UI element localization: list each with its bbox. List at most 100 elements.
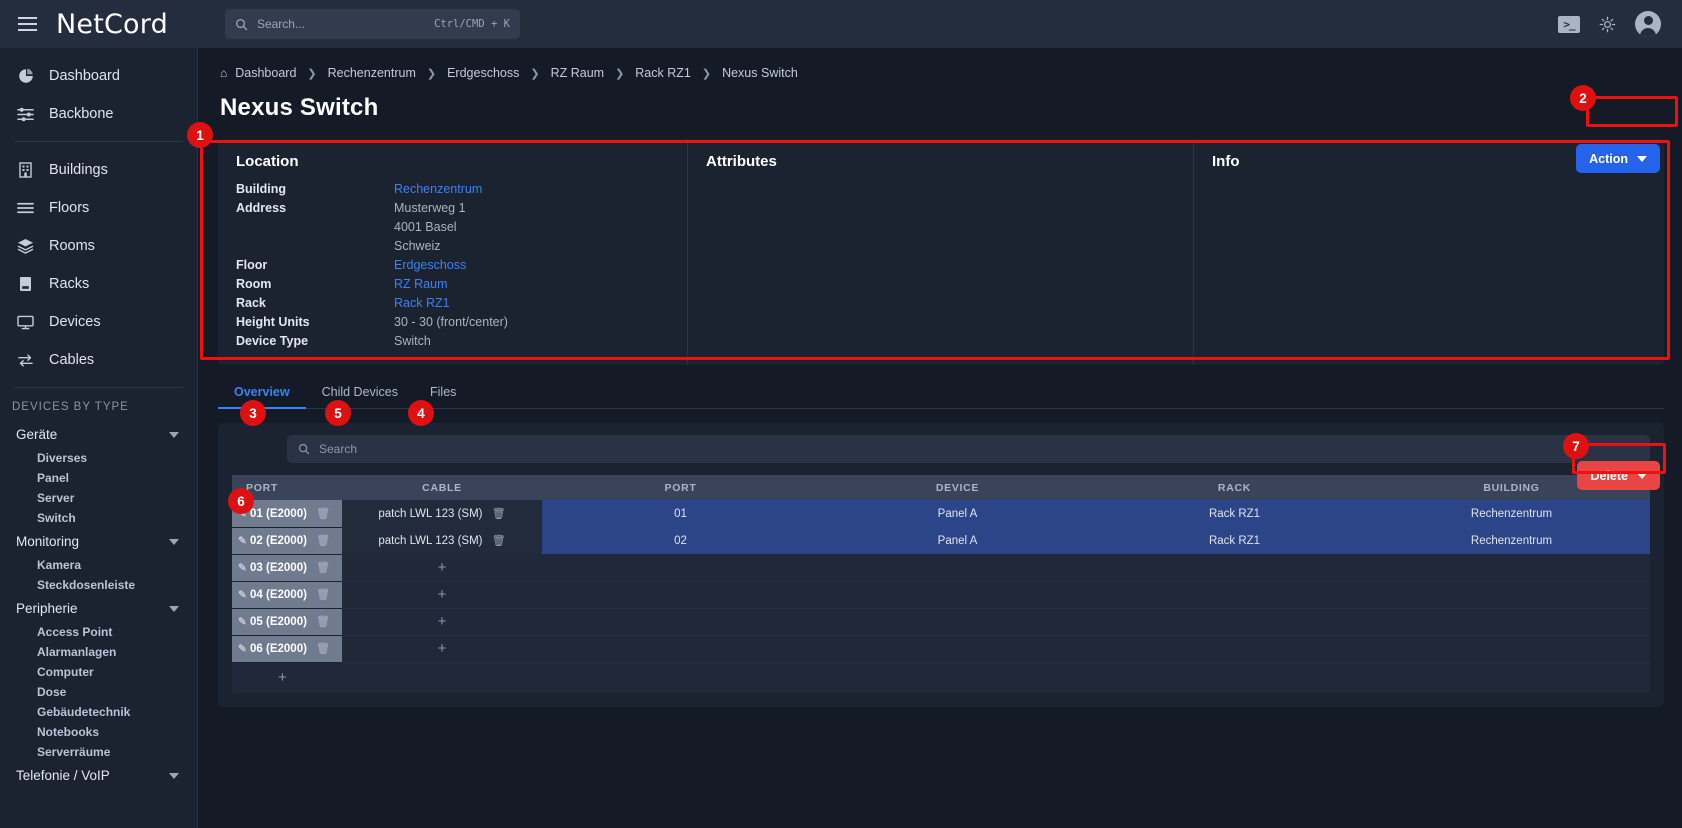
sidebar-item-racks[interactable]: Racks bbox=[0, 265, 197, 303]
breadcrumb-item-erdgeschoss[interactable]: Erdgeschoss bbox=[447, 66, 519, 80]
sidebar-item-floors[interactable]: Floors bbox=[0, 189, 197, 227]
home-icon[interactable]: ⌂ bbox=[220, 66, 227, 80]
table-row[interactable]: ✎ 03 (E2000) 🗑 + bbox=[232, 554, 1650, 581]
cell-port-local[interactable]: ✎ 05 (E2000) 🗑 bbox=[232, 608, 342, 635]
breadcrumb-separator: ❯ bbox=[702, 67, 711, 80]
trash-icon[interactable]: 🗑 bbox=[492, 508, 506, 520]
terminal-button[interactable]: >_ bbox=[1558, 16, 1580, 33]
add-port-row-button[interactable]: + bbox=[232, 663, 1650, 693]
sidebar-subitem-computer[interactable]: Computer bbox=[0, 662, 197, 682]
sidebar-group-telefonie-voip[interactable]: Telefonie / VoIP bbox=[0, 762, 197, 789]
table-row[interactable]: ✎ 01 (E2000) 🗑 patch LWL 123 (SM) 🗑 01 P… bbox=[232, 500, 1650, 527]
table-row[interactable]: ✎ 04 (E2000) 🗑 + bbox=[232, 581, 1650, 608]
sidebar-subitem-steckdosenleiste[interactable]: Steckdosenleiste bbox=[0, 575, 197, 595]
sidebar-subitem-switch[interactable]: Switch bbox=[0, 508, 197, 528]
app-root: NetCord Search... Ctrl/CMD + K >_ bbox=[0, 0, 1682, 828]
sidebar-subitem-serverraeume[interactable]: Serverräume bbox=[0, 742, 197, 762]
chevron-down-icon bbox=[169, 606, 179, 612]
sidebar-subitem-dose[interactable]: Dose bbox=[0, 682, 197, 702]
sidebar-group-geraete[interactable]: Geräte bbox=[0, 421, 197, 448]
theme-toggle-button[interactable] bbox=[1599, 16, 1616, 33]
breadcrumb-item-rechenzentrum[interactable]: Rechenzentrum bbox=[328, 66, 416, 80]
cell-cable[interactable]: patch LWL 123 (SM) 🗑 bbox=[342, 500, 542, 527]
terminal-icon: >_ bbox=[1558, 16, 1580, 33]
sidebar-item-buildings[interactable]: Buildings bbox=[0, 151, 197, 189]
sidebar-subitem-server[interactable]: Server bbox=[0, 488, 197, 508]
attributes-panel: Attributes bbox=[688, 139, 1194, 365]
cell-cable[interactable]: patch LWL 123 (SM) 🗑 bbox=[342, 527, 542, 554]
cell-port-local[interactable]: ✎ 04 (E2000) 🗑 bbox=[232, 581, 342, 608]
col-cable[interactable]: CABLE bbox=[342, 475, 542, 500]
cell-building: Rechenzentrum bbox=[1373, 527, 1650, 554]
sidebar-subitem-kamera[interactable]: Kamera bbox=[0, 555, 197, 575]
trash-icon[interactable]: 🗑 bbox=[316, 508, 330, 520]
edit-icon[interactable]: ✎ bbox=[238, 562, 247, 574]
breadcrumb-item-rack-rz1[interactable]: Rack RZ1 bbox=[635, 66, 691, 80]
menu-toggle-icon[interactable] bbox=[0, 0, 54, 48]
table-row[interactable]: ✎ 06 (E2000) 🗑 + bbox=[232, 635, 1650, 662]
search-icon bbox=[298, 443, 310, 455]
cell-port-local[interactable]: ✎ 02 (E2000) 🗑 bbox=[232, 527, 342, 554]
cell-port-local[interactable]: ✎ 03 (E2000) 🗑 bbox=[232, 554, 342, 581]
sidebar-item-cables[interactable]: Cables bbox=[0, 341, 197, 379]
table-header-row: PORT CABLE PORT DEVICE RACK BUILDING bbox=[232, 475, 1650, 500]
sidebar-group-peripherie[interactable]: Peripherie bbox=[0, 595, 197, 622]
sidebar-subitem-alarmanlagen[interactable]: Alarmanlagen bbox=[0, 642, 197, 662]
trash-icon[interactable]: 🗑 bbox=[316, 535, 330, 547]
delete-button[interactable]: Delete bbox=[1577, 461, 1660, 490]
sidebar-item-backbone[interactable]: Backbone bbox=[0, 95, 197, 133]
location-row-value[interactable]: Rack RZ1 bbox=[394, 294, 450, 313]
col-rack[interactable]: RACK bbox=[1096, 475, 1373, 500]
tab-child-devices[interactable]: Child Devices bbox=[306, 379, 414, 408]
add-cable-button[interactable]: + bbox=[342, 554, 542, 581]
trash-icon[interactable]: 🗑 bbox=[316, 589, 330, 601]
trash-icon[interactable]: 🗑 bbox=[316, 616, 330, 628]
breadcrumb-item-nexus-switch[interactable]: Nexus Switch bbox=[722, 66, 798, 80]
trash-icon[interactable]: 🗑 bbox=[316, 643, 330, 655]
action-button[interactable]: Action bbox=[1576, 144, 1660, 173]
edit-icon[interactable]: ✎ bbox=[238, 589, 247, 601]
cell-port-remote bbox=[542, 635, 819, 662]
user-menu-button[interactable] bbox=[1635, 11, 1661, 37]
edit-icon[interactable]: ✎ bbox=[238, 643, 247, 655]
sidebar-subitem-diverses[interactable]: Diverses bbox=[0, 448, 197, 468]
location-row-building: Building Rechenzentrum bbox=[236, 180, 687, 199]
trash-icon[interactable]: 🗑 bbox=[316, 562, 330, 574]
sidebar-item-dashboard[interactable]: Dashboard bbox=[0, 57, 197, 95]
table-row[interactable]: ✎ 05 (E2000) 🗑 + bbox=[232, 608, 1650, 635]
annotation-badge-5: 5 bbox=[325, 400, 351, 426]
cell-rack bbox=[1096, 608, 1373, 635]
col-device[interactable]: DEVICE bbox=[819, 475, 1096, 500]
add-cable-button[interactable]: + bbox=[342, 635, 542, 662]
location-row-value[interactable]: Rechenzentrum bbox=[394, 180, 482, 199]
sidebar-subitem-gebaeudetechnik[interactable]: Gebäudetechnik bbox=[0, 702, 197, 722]
global-search-input[interactable]: Search... Ctrl/CMD + K bbox=[225, 9, 520, 39]
table-row[interactable]: ✎ 02 (E2000) 🗑 patch LWL 123 (SM) 🗑 02 P… bbox=[232, 527, 1650, 554]
add-cable-button[interactable]: + bbox=[342, 608, 542, 635]
sidebar-item-label: Buildings bbox=[49, 162, 108, 178]
sidebar-subitem-access-point[interactable]: Access Point bbox=[0, 622, 197, 642]
edit-icon[interactable]: ✎ bbox=[238, 616, 247, 628]
sidebar-subitem-notebooks[interactable]: Notebooks bbox=[0, 722, 197, 742]
sun-icon bbox=[1599, 16, 1616, 33]
breadcrumb-item-rz-raum[interactable]: RZ Raum bbox=[551, 66, 604, 80]
sidebar-group-monitoring[interactable]: Monitoring bbox=[0, 528, 197, 555]
breadcrumb-item-dashboard[interactable]: Dashboard bbox=[235, 66, 296, 80]
location-row-value[interactable]: RZ Raum bbox=[394, 275, 447, 294]
cell-port-local[interactable]: ✎ 06 (E2000) 🗑 bbox=[232, 635, 342, 662]
col-port-remote[interactable]: PORT bbox=[542, 475, 819, 500]
cell-device: Panel A bbox=[819, 527, 1096, 554]
cell-device bbox=[819, 554, 1096, 581]
location-row-value: 30 - 30 (front/center) bbox=[394, 313, 508, 332]
sidebar-item-devices[interactable]: Devices bbox=[0, 303, 197, 341]
sidebar-subitem-panel[interactable]: Panel bbox=[0, 468, 197, 488]
cell-port-label: 04 (E2000) bbox=[250, 589, 307, 601]
add-cable-button[interactable]: + bbox=[342, 581, 542, 608]
location-row-value[interactable]: Erdgeschoss bbox=[394, 256, 466, 275]
location-row-value: Schweiz bbox=[394, 237, 441, 256]
table-search-input[interactable]: Search bbox=[287, 435, 1650, 463]
trash-icon[interactable]: 🗑 bbox=[492, 535, 506, 547]
edit-icon[interactable]: ✎ bbox=[238, 535, 247, 547]
sidebar-item-label: Backbone bbox=[49, 106, 114, 122]
sidebar-item-rooms[interactable]: Rooms bbox=[0, 227, 197, 265]
